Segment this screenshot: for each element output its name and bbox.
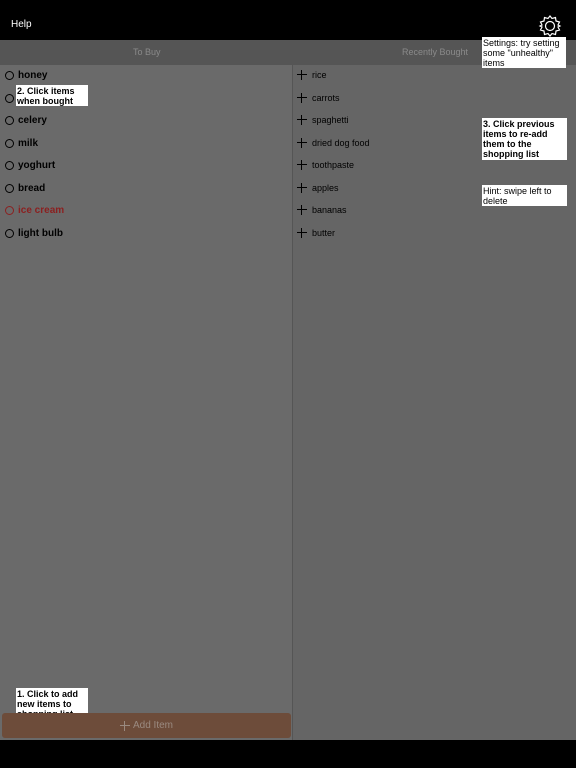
plus-icon — [297, 228, 307, 238]
recent-item[interactable]: butter — [297, 224, 335, 242]
to-buy-item[interactable]: bread — [5, 179, 45, 197]
swipe-hint-note: Hint: swipe left to delete — [482, 185, 567, 206]
tab-recently-bought[interactable]: Recently Bought — [402, 47, 468, 57]
divider — [292, 65, 293, 740]
tab-to-buy[interactable]: To Buy — [133, 47, 161, 57]
item-label: bread — [18, 182, 46, 194]
item-label: carrots — [312, 93, 340, 103]
checkbox-circle-icon[interactable] — [5, 70, 14, 80]
plus-icon — [297, 93, 307, 103]
item-label: ice cream — [18, 204, 65, 216]
to-buy-item[interactable]: light bulb — [5, 224, 63, 242]
plus-icon — [297, 115, 307, 125]
checkbox-circle-icon[interactable] — [5, 205, 14, 215]
recent-item[interactable]: rice — [297, 66, 327, 84]
item-label: dried dog food — [312, 138, 370, 148]
item-label: yoghurt — [18, 159, 56, 171]
plus-icon — [119, 720, 130, 731]
bottom-bar — [0, 740, 576, 768]
top-bar — [0, 0, 576, 40]
to-buy-item-unhealthy[interactable]: ice cream — [5, 201, 64, 219]
to-buy-item[interactable]: celery — [5, 111, 47, 129]
recent-item[interactable]: toothpaste — [297, 156, 354, 174]
plus-icon — [297, 138, 307, 148]
checkbox-circle-icon[interactable] — [5, 115, 14, 125]
recent-item[interactable]: dried dog food — [297, 134, 370, 152]
checkbox-circle-icon[interactable] — [5, 93, 14, 103]
item-label: honey — [18, 69, 48, 81]
add-item-button[interactable]: Add Item — [2, 713, 291, 738]
item-label: spaghetti — [312, 115, 349, 125]
item-label: toothpaste — [312, 160, 355, 170]
to-buy-item[interactable]: milk — [5, 134, 38, 152]
item-label: light bulb — [18, 227, 63, 239]
plus-icon — [297, 205, 307, 215]
gear-icon[interactable] — [538, 14, 562, 38]
checkbox-circle-icon[interactable] — [5, 183, 14, 193]
to-buy-item[interactable]: yoghurt — [5, 156, 55, 174]
recent-item[interactable]: spaghetti — [297, 111, 349, 129]
recent-item[interactable]: carrots — [297, 89, 340, 107]
checkbox-circle-icon[interactable] — [5, 138, 14, 148]
item-label: rice — [312, 70, 327, 80]
add-item-label: Add Item — [132, 720, 174, 731]
recent-item[interactable]: apples — [297, 179, 339, 197]
checkbox-circle-icon[interactable] — [5, 228, 14, 238]
item-label: milk — [18, 137, 39, 149]
plus-icon — [297, 70, 307, 80]
to-buy-item[interactable]: honey — [5, 66, 47, 84]
checkbox-circle-icon[interactable] — [5, 160, 14, 170]
help-button[interactable]: Help — [11, 19, 32, 30]
settings-hint-note: Settings: try setting some "unhealthy" i… — [482, 37, 566, 68]
item-label: bananas — [312, 205, 347, 215]
item-label: celery — [18, 114, 47, 126]
recent-item[interactable]: bananas — [297, 201, 347, 219]
plus-icon — [297, 183, 307, 193]
click-bought-note: 2. Click items when bought — [16, 85, 88, 106]
re-add-note: 3. Click previous items to re-add them t… — [482, 118, 567, 160]
item-label: apples — [312, 183, 339, 193]
plus-icon — [297, 160, 307, 170]
item-label: butter — [312, 228, 336, 238]
